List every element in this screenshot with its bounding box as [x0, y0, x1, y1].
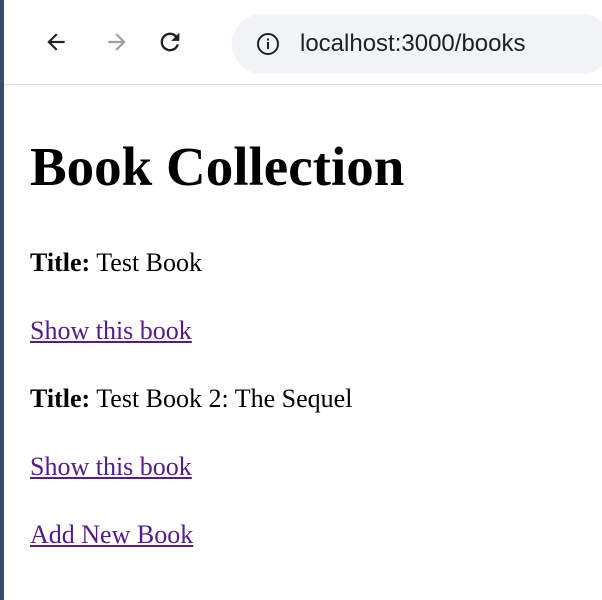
arrow-right-icon — [108, 33, 126, 51]
browser-toolbar: localhost:3000/books — [4, 0, 602, 85]
url-text[interactable]: localhost:3000/books — [300, 28, 526, 60]
reload-icon — [160, 32, 180, 52]
book-title: Test Book 2: The Sequel — [96, 384, 353, 413]
show-book-link[interactable]: Show this book — [30, 452, 192, 481]
add-book-link-row: Add New Book — [30, 519, 193, 551]
page-title: Book Collection — [30, 136, 405, 197]
show-book-link-row: Show this book — [30, 451, 192, 483]
title-label: Title: — [30, 248, 91, 277]
forward-button[interactable] — [99, 22, 135, 62]
show-book-link[interactable]: Show this book — [30, 316, 192, 345]
reload-button[interactable] — [152, 22, 188, 62]
show-book-link-row: Show this book — [30, 315, 192, 347]
book-entry: Title: Test Book 2: The Sequel — [30, 383, 352, 415]
info-icon[interactable] — [256, 32, 280, 56]
window-left-border — [0, 0, 4, 600]
add-new-book-link[interactable]: Add New Book — [30, 520, 193, 549]
arrow-left-icon — [47, 33, 65, 51]
book-title: Test Book — [96, 248, 203, 277]
back-button[interactable] — [38, 22, 74, 62]
title-label: Title: — [30, 384, 91, 413]
address-bar[interactable]: localhost:3000/books — [232, 14, 602, 74]
book-entry: Title: Test Book — [30, 247, 202, 279]
